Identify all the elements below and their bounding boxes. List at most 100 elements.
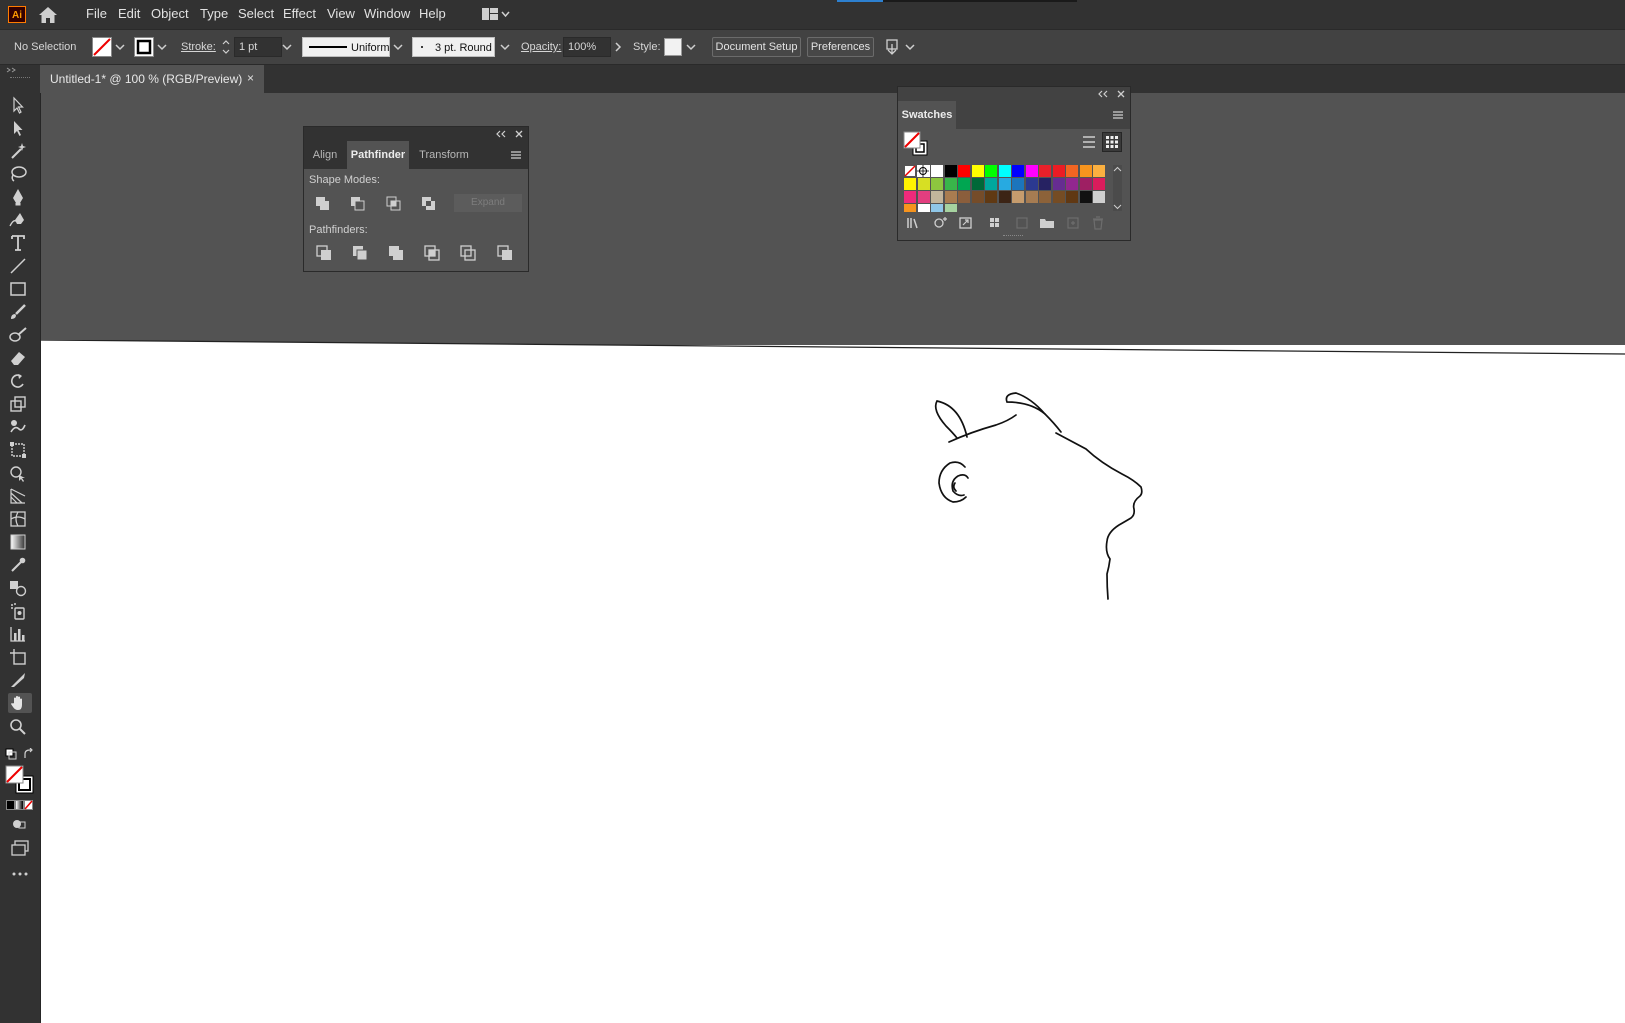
stroke-profile-field[interactable]: Uniform	[302, 37, 390, 57]
lasso-tool[interactable]	[8, 164, 32, 184]
color-swatch[interactable]	[1079, 178, 1092, 190]
draw-mode-icon[interactable]	[11, 817, 27, 831]
color-swatch[interactable]	[1093, 178, 1105, 190]
zoom-tool[interactable]	[8, 717, 32, 737]
chevron-right-icon[interactable]	[614, 42, 622, 52]
blend-tool[interactable]	[8, 578, 32, 598]
collapse-panel-icon[interactable]	[1098, 90, 1108, 98]
color-swatch[interactable]	[1039, 165, 1051, 177]
merge-icon[interactable]	[385, 243, 407, 263]
chevron-down-icon[interactable]	[393, 43, 403, 51]
brush-definition-field[interactable]: 3 pt. Round	[412, 37, 495, 57]
symbol-sprayer-tool[interactable]	[8, 601, 32, 621]
outline-icon[interactable]	[457, 243, 479, 263]
color-swatch[interactable]	[958, 165, 970, 177]
rectangle-tool[interactable]	[8, 279, 32, 299]
color-swatch[interactable]	[998, 165, 1011, 177]
new-color-group-folder-icon[interactable]	[1039, 216, 1055, 230]
color-swatch[interactable]	[998, 191, 1011, 203]
curvature-tool[interactable]	[8, 210, 32, 230]
graphic-style-swatch[interactable]	[664, 38, 682, 56]
gradient-tool[interactable]	[8, 532, 32, 552]
shaper-tool[interactable]	[8, 325, 32, 345]
color-swatch[interactable]	[917, 178, 930, 190]
color-swatch[interactable]	[931, 191, 943, 203]
color-swatch[interactable]	[971, 178, 984, 190]
menu-view[interactable]: View	[327, 6, 355, 21]
mesh-tool[interactable]	[8, 509, 32, 529]
color-swatch[interactable]	[1066, 165, 1078, 177]
swatch-options-icon[interactable]	[958, 216, 974, 230]
color-swatch[interactable]	[1039, 178, 1051, 190]
color-swatch[interactable]	[944, 204, 957, 212]
color-swatch[interactable]	[1052, 191, 1065, 203]
column-graph-tool[interactable]	[8, 624, 32, 644]
chevron-down-icon[interactable]	[500, 43, 510, 51]
color-swatch[interactable]	[985, 191, 997, 203]
scale-tool[interactable]	[8, 394, 32, 414]
document-tab[interactable]: Untitled-1* @ 100 % (RGB/Preview) ×	[40, 65, 264, 93]
menu-effect[interactable]: Effect	[283, 6, 316, 21]
color-swatch[interactable]	[985, 165, 997, 177]
color-swatch[interactable]	[1025, 165, 1038, 177]
stroke-weight-field[interactable]: 1 pt	[234, 37, 282, 57]
collapse-panel-icon[interactable]	[496, 130, 506, 138]
panel-resize-grip[interactable]	[1003, 235, 1023, 238]
artboard-tool[interactable]	[8, 647, 32, 667]
tab-align[interactable]: Align	[304, 141, 346, 169]
close-icon[interactable]: ×	[247, 71, 254, 85]
eraser-tool[interactable]	[8, 348, 32, 368]
collapse-arrows-icon[interactable]	[6, 67, 20, 73]
menu-object[interactable]: Object	[151, 6, 189, 21]
free-transform-tool[interactable]	[8, 440, 32, 460]
color-swatch[interactable]	[944, 165, 957, 177]
close-icon[interactable]	[1117, 90, 1125, 98]
type-tool[interactable]	[8, 233, 32, 253]
list-view-icon[interactable]	[1080, 133, 1098, 151]
menu-edit[interactable]: Edit	[118, 6, 140, 21]
document-setup-button[interactable]: Document Setup	[712, 37, 801, 57]
color-swatch[interactable]	[917, 191, 930, 203]
perspective-grid-tool[interactable]	[8, 486, 32, 506]
color-swatch[interactable]	[931, 165, 943, 177]
direct-selection-tool[interactable]	[8, 118, 32, 138]
intersect-icon[interactable]	[382, 193, 404, 213]
color-swatch[interactable]	[1012, 191, 1024, 203]
color-swatch[interactable]	[904, 204, 916, 212]
preferences-button[interactable]: Preferences	[807, 37, 874, 57]
default-fill-stroke-icon[interactable]	[5, 748, 17, 760]
stroke-color-icon[interactable]	[134, 37, 154, 57]
color-swatch[interactable]	[1012, 165, 1024, 177]
color-swatch[interactable]	[904, 191, 916, 203]
color-swatch[interactable]	[931, 204, 943, 212]
close-icon[interactable]	[515, 130, 523, 138]
color-swatch[interactable]	[971, 191, 984, 203]
tab-swatches[interactable]: Swatches	[898, 101, 956, 129]
registration-swatch-icon[interactable]	[917, 165, 929, 177]
menu-help[interactable]: Help	[419, 6, 446, 21]
color-swatch[interactable]	[1066, 191, 1078, 203]
swap-fill-stroke-icon[interactable]	[23, 748, 35, 760]
grid-view-button[interactable]	[1102, 132, 1122, 152]
selection-tool[interactable]	[8, 95, 32, 115]
home-icon[interactable]	[38, 6, 58, 24]
expand-button[interactable]: Expand	[454, 194, 522, 212]
hand-tool[interactable]	[8, 693, 32, 713]
tab-transform[interactable]: Transform	[411, 141, 477, 169]
slice-tool[interactable]	[8, 670, 32, 690]
pen-tool[interactable]	[8, 187, 32, 207]
fill-stroke-indicator[interactable]	[5, 765, 35, 795]
screen-mode-icon[interactable]	[10, 840, 30, 856]
unite-icon[interactable]	[311, 193, 333, 213]
color-swatch[interactable]	[1012, 178, 1024, 190]
color-swatch[interactable]	[944, 191, 957, 203]
color-swatch[interactable]	[1052, 178, 1065, 190]
swatch-scrollbar[interactable]	[1113, 165, 1122, 211]
none-swatch-icon[interactable]	[904, 165, 916, 177]
color-swatch[interactable]	[944, 178, 957, 190]
color-swatch[interactable]	[931, 178, 943, 190]
tab-pathfinder[interactable]: Pathfinder	[347, 141, 409, 169]
menu-window[interactable]: Window	[364, 6, 410, 21]
rotate-tool[interactable]	[8, 371, 32, 391]
arrange-documents-icon[interactable]	[884, 38, 902, 56]
